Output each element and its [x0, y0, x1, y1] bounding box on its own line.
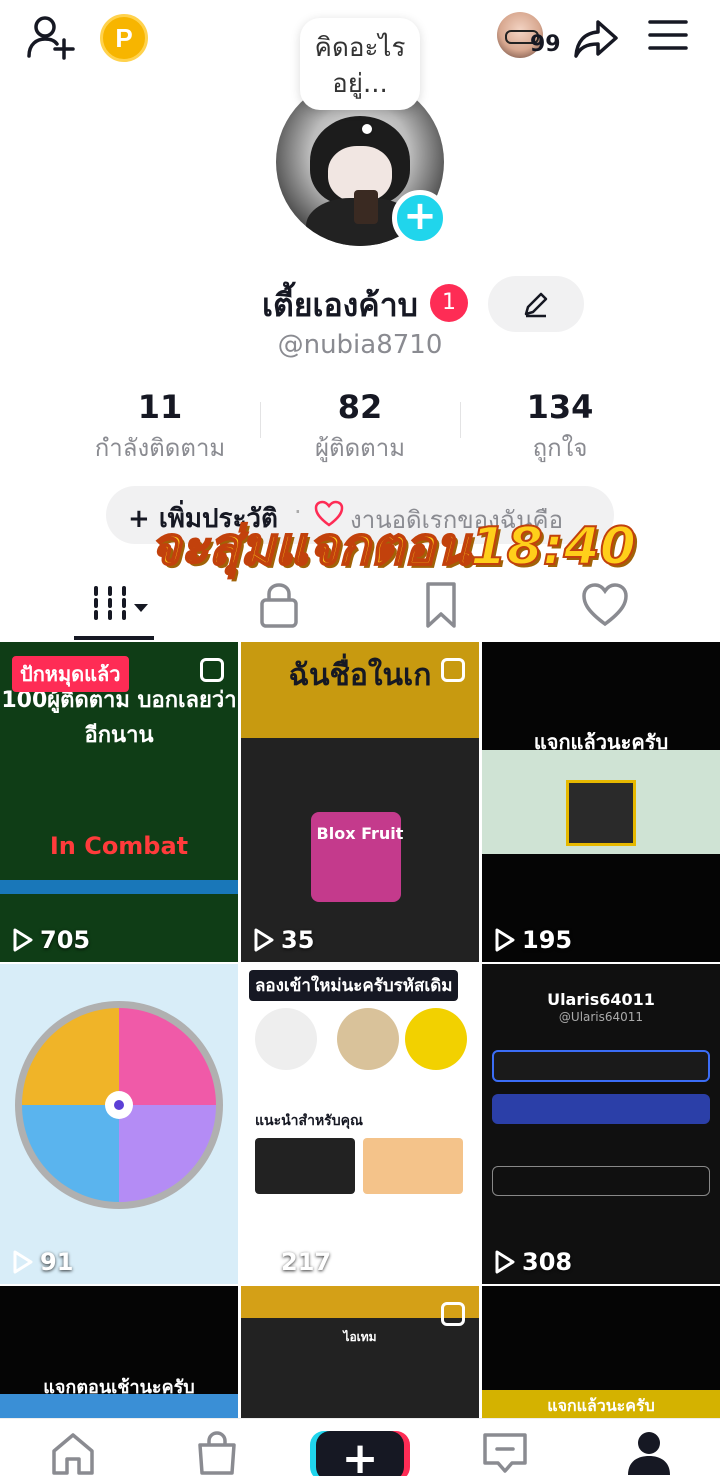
video-caption: Ularis64011 — [547, 990, 655, 1009]
wheel-graphic — [15, 1001, 223, 1209]
video-caption: ลองเข้าใหม่นะครับรหัสเดิม — [249, 970, 459, 1001]
stats-row: 11 กำลังติดตาม 82 ผู้ติดตาม 134 ถูกใจ — [60, 388, 660, 468]
add-friend-icon[interactable] — [26, 14, 78, 60]
following-count: 11 — [137, 388, 183, 426]
following-stat[interactable]: 11 กำลังติดตาม — [60, 388, 260, 467]
notification-badge[interactable]: 1 — [430, 284, 468, 322]
menu-icon[interactable] — [648, 18, 688, 52]
bottom-nav: + — [0, 1418, 720, 1476]
video-thumbnail[interactable]: 91 — [0, 964, 238, 1284]
play-icon — [254, 1250, 274, 1274]
likes-count: 134 — [526, 388, 594, 426]
edit-profile-button[interactable] — [488, 276, 584, 332]
plus-icon: + — [341, 1433, 379, 1476]
view-count: 195 — [494, 926, 572, 954]
home-icon[interactable] — [48, 1429, 98, 1475]
thought-line-1: คิดอะไร — [314, 33, 406, 63]
create-button[interactable]: + — [316, 1431, 404, 1476]
tab-saved[interactable] — [406, 580, 476, 630]
video-caption: ไอเทม — [343, 1330, 377, 1344]
video-thumbnail[interactable]: แจกแล้วนะครับ — [482, 1286, 720, 1418]
tab-private[interactable] — [244, 580, 314, 630]
view-count: 705 — [12, 926, 90, 954]
pinned-badge: ปักหมุดแล้ว — [12, 656, 129, 692]
video-subcaption: In Combat — [49, 832, 189, 860]
overlay-caption: จะสุ่มแจกตอน18:40 — [149, 516, 637, 578]
play-icon — [495, 928, 515, 952]
followers-label: ผู้ติดตาม — [314, 434, 406, 462]
followers-stat[interactable]: 82 ผู้ติดตาม — [260, 388, 460, 467]
likes-label: ถูกใจ — [532, 434, 588, 462]
video-thumbnail[interactable]: ปักหมุดแล้ว 100ผู้ติดตาม บอกเลยว่าอีกนาน… — [0, 642, 238, 962]
video-thumbnail[interactable]: แจกแล้วนะครับ 195 — [482, 642, 720, 962]
play-icon — [13, 928, 33, 952]
video-thumbnail[interactable]: ลองเข้าใหม่นะครับรหัสเดิม แนะนำสำหรับคุณ… — [241, 964, 479, 1284]
inbox-icon[interactable] — [480, 1429, 530, 1475]
story-count: 99 — [530, 32, 561, 57]
thought-dot — [362, 124, 372, 134]
video-subcaption: @Ularis64011 — [558, 1010, 644, 1024]
coin-icon[interactable]: P — [100, 14, 148, 62]
profile-icon[interactable] — [624, 1429, 674, 1475]
add-story-button[interactable]: + — [392, 190, 448, 246]
video-thumbnail[interactable]: ไอเทม — [241, 1286, 479, 1418]
view-count: 217 — [253, 1248, 331, 1276]
multi-icon — [441, 658, 465, 682]
profile-handle: @nubia8710 — [277, 330, 443, 360]
view-count: 308 — [494, 1248, 572, 1276]
view-count: 91 — [12, 1248, 73, 1276]
tab-indicator — [74, 636, 154, 640]
play-icon — [13, 1250, 33, 1274]
tab-videos[interactable] — [86, 580, 156, 630]
video-thumbnail[interactable]: แจกตอนเช้านะครับ — [0, 1286, 238, 1418]
likes-stat[interactable]: 134 ถูกใจ — [460, 388, 660, 467]
following-label: กำลังติดตาม — [94, 434, 226, 462]
tab-liked[interactable] — [570, 580, 640, 630]
shop-icon[interactable] — [192, 1429, 242, 1475]
view-count: 35 — [253, 926, 314, 954]
video-caption: แจกแล้วนะครับ — [547, 1396, 655, 1415]
video-subcaption: Blox Fruit — [316, 824, 404, 843]
multi-icon — [441, 1302, 465, 1326]
pencil-icon — [524, 292, 548, 318]
video-caption: 100ผู้ติดตาม บอกเลยว่าอีกนาน — [1, 688, 237, 748]
multi-icon — [200, 658, 224, 682]
video-thumbnail[interactable]: Ularis64011 @Ularis64011 308 — [482, 964, 720, 1284]
thought-bubble[interactable]: คิดอะไร อยู่... — [300, 18, 420, 110]
play-icon — [495, 1250, 515, 1274]
share-icon[interactable] — [572, 14, 620, 62]
thought-line-2: อยู่... — [332, 69, 388, 99]
video-subcaption: แนะนำสำหรับคุณ — [255, 1113, 363, 1129]
play-icon — [254, 928, 274, 952]
video-thumbnail[interactable]: ฉันชื่อในเก Blox Fruit 35 — [241, 642, 479, 962]
followers-count: 82 — [337, 388, 383, 426]
